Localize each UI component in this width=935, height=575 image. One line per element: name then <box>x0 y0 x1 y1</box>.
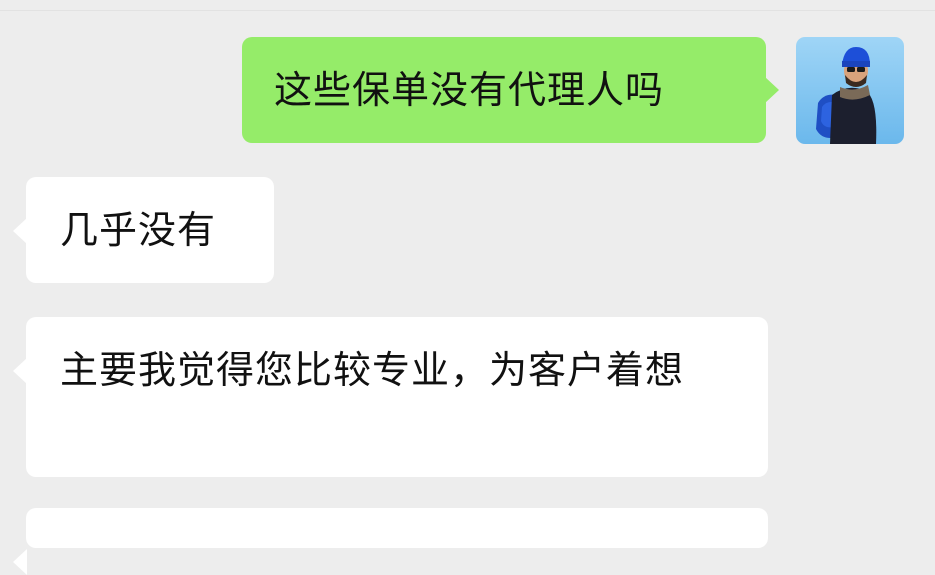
received-message-bubble[interactable]: 主要我觉得您比较专业，为客户着想 <box>13 317 768 477</box>
message-text: 主要我觉得您比较专业，为客户着想 <box>60 348 685 392</box>
message-text: 几乎没有 <box>60 208 217 252</box>
top-divider <box>0 10 935 11</box>
user-avatar-icon <box>796 37 904 144</box>
received-message-bubble[interactable]: 几乎没有 <box>13 177 274 283</box>
message-text: 这些保单没有代理人吗 <box>274 68 665 112</box>
user-avatar[interactable] <box>796 37 904 144</box>
received-message-bubble[interactable] <box>13 508 768 575</box>
sent-message-bubble[interactable]: 这些保单没有代理人吗 <box>242 37 779 143</box>
